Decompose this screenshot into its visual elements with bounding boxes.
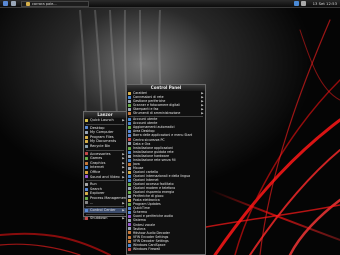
menu-item-label: Process Management: [90, 195, 126, 200]
menu-item-icon: [128, 247, 132, 251]
menu-item-label: Quick Launch: [90, 118, 114, 122]
clock[interactable]: 13 Set 12:53: [313, 1, 337, 6]
menu-item-icon: [85, 183, 89, 187]
menu-item-label: Desktop: [90, 125, 105, 130]
menu-item-icon: [85, 126, 89, 130]
launcher-icon[interactable]: [11, 1, 16, 6]
taskbar: carrara pale... 13 Set 12:53: [0, 0, 340, 8]
menu-item-icon: [85, 166, 89, 170]
menu-item-label: Graphics: [90, 160, 106, 165]
menu-item-label: Windows Firewall: [133, 246, 161, 251]
menu-separator: [86, 206, 124, 208]
menu-item-label: Internet: [90, 165, 104, 170]
taskbar-window-title: carrara pale...: [32, 1, 57, 6]
submenu-arrow-icon: ▶: [122, 118, 125, 122]
menu-item-icon: [85, 196, 89, 200]
system-tray: [294, 1, 306, 6]
menu-item-label: Accessories: [90, 151, 111, 156]
menu-item-icon: [128, 112, 132, 116]
taskbar-window-button[interactable]: carrara pale...: [21, 0, 89, 7]
menu-item-icon: [85, 135, 89, 139]
menu-item-label: ...: [90, 200, 94, 205]
menu-item-icon: [85, 157, 89, 161]
menu-item-icon: [85, 208, 89, 212]
main-menu-body: Quick Launch ▶ Desktop My Computer Program F…: [84, 118, 126, 220]
menu-item-label: My Computer: [90, 130, 114, 135]
menu-item-label: Recycle Bin: [90, 143, 111, 148]
menu-item-icon: [85, 152, 89, 156]
menu-item[interactable]: Strumenti di amministrazione ▶: [127, 111, 205, 115]
menu-item-label: Office: [90, 169, 101, 174]
submenu-arrow-icon: ▶: [122, 208, 125, 213]
menu-item-label: Shutdown: [90, 215, 108, 220]
menu-item-label: Search: [90, 186, 103, 191]
menu-separator: [86, 180, 124, 182]
menu-item[interactable]: Recycle Bin: [84, 144, 126, 149]
menu-item[interactable]: Control Center ▶: [84, 208, 126, 213]
menu-item[interactable]: Sound and Video ▶: [84, 175, 126, 180]
menu-item-icon: [85, 175, 89, 179]
menu-item-label: My Documents: [90, 139, 117, 144]
main-menu: Lanzor Quick Launch ▶ Desktop My Computer Pr…: [83, 111, 127, 220]
submenu-arrow-icon: ▶: [122, 200, 125, 205]
window-icon: [26, 1, 30, 6]
menu-separator: [86, 149, 124, 151]
control-panel-body: Caratteri ▶ Connessioni di rete ▶ Gestione p…: [127, 91, 205, 251]
submenu-arrow-icon: ▶: [122, 215, 125, 220]
menu-separator: [86, 123, 124, 125]
network-icon[interactable]: [294, 1, 299, 6]
menu-item[interactable]: Quick Launch ▶: [84, 118, 126, 123]
menu-item[interactable]: Shutdown ▶: [84, 216, 126, 221]
menu-item-icon: [85, 170, 89, 174]
menu-separator: [86, 213, 124, 215]
menu-item-icon: [85, 131, 89, 135]
submenu-arrow-icon: ▶: [201, 111, 204, 116]
menu-item[interactable]: Windows Firewall: [127, 247, 205, 251]
menu-item-label: Control Center: [90, 208, 116, 213]
menu-item-icon: [85, 144, 89, 148]
menu-item-icon: [85, 216, 89, 220]
menu-item-label: Games: [90, 156, 103, 161]
menu-item-icon: [85, 118, 89, 122]
menu-item-label: Program Files: [90, 134, 114, 139]
menu-item-label: Run: [90, 182, 97, 187]
menu-item-label: Sound and Video: [90, 174, 120, 179]
start-icon[interactable]: [3, 1, 8, 6]
submenu-arrow-icon: ▶: [122, 174, 125, 179]
menu-item-icon: [85, 201, 89, 205]
menu-item-icon: [85, 187, 89, 191]
menu-item[interactable]: ... ▶: [84, 201, 126, 206]
menu-item-icon: [85, 161, 89, 165]
volume-icon[interactable]: [301, 1, 306, 6]
control-panel-menu: Control Panel Caratteri ▶ Connessioni di r…: [126, 84, 206, 255]
menu-item-icon: [85, 140, 89, 144]
menu-item-label: Explorer: [90, 191, 105, 196]
menu-item-label: Strumenti di amministrazione: [133, 111, 181, 116]
menu-item-icon: [85, 192, 89, 196]
